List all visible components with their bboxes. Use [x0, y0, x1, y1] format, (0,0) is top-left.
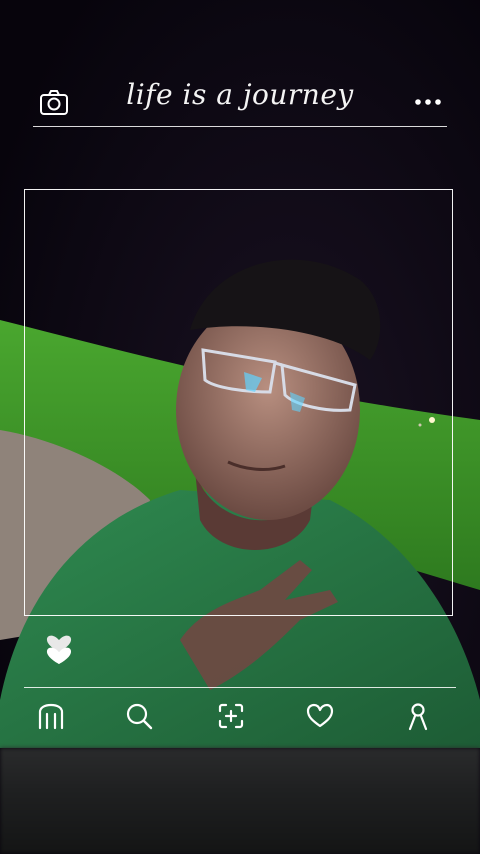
- heart-icon: [306, 703, 334, 728]
- nav-likes-button[interactable]: [302, 696, 338, 736]
- more-options-button[interactable]: [414, 92, 442, 112]
- photo-frame: [24, 189, 453, 616]
- top-divider: [33, 126, 447, 127]
- bottom-blur-area: [0, 748, 480, 854]
- more-dots-icon: [415, 99, 441, 105]
- search-icon: [126, 703, 153, 730]
- camera-icon: [40, 90, 68, 115]
- nav-add-button[interactable]: [213, 696, 249, 736]
- add-post-icon: [218, 703, 244, 729]
- camera-button[interactable]: [38, 86, 70, 118]
- caption-title: life is a journey: [126, 78, 354, 111]
- nav-search-button[interactable]: [121, 696, 157, 736]
- nav-profile-button[interactable]: [400, 696, 436, 736]
- nav-home-button[interactable]: [33, 696, 69, 736]
- like-hearts-button[interactable]: [42, 626, 76, 666]
- home-icon: [38, 703, 64, 730]
- bottom-divider: [24, 687, 456, 688]
- bottom-nav: [0, 696, 480, 740]
- profile-icon: [408, 703, 428, 731]
- stacked-hearts-icon: [46, 635, 72, 664]
